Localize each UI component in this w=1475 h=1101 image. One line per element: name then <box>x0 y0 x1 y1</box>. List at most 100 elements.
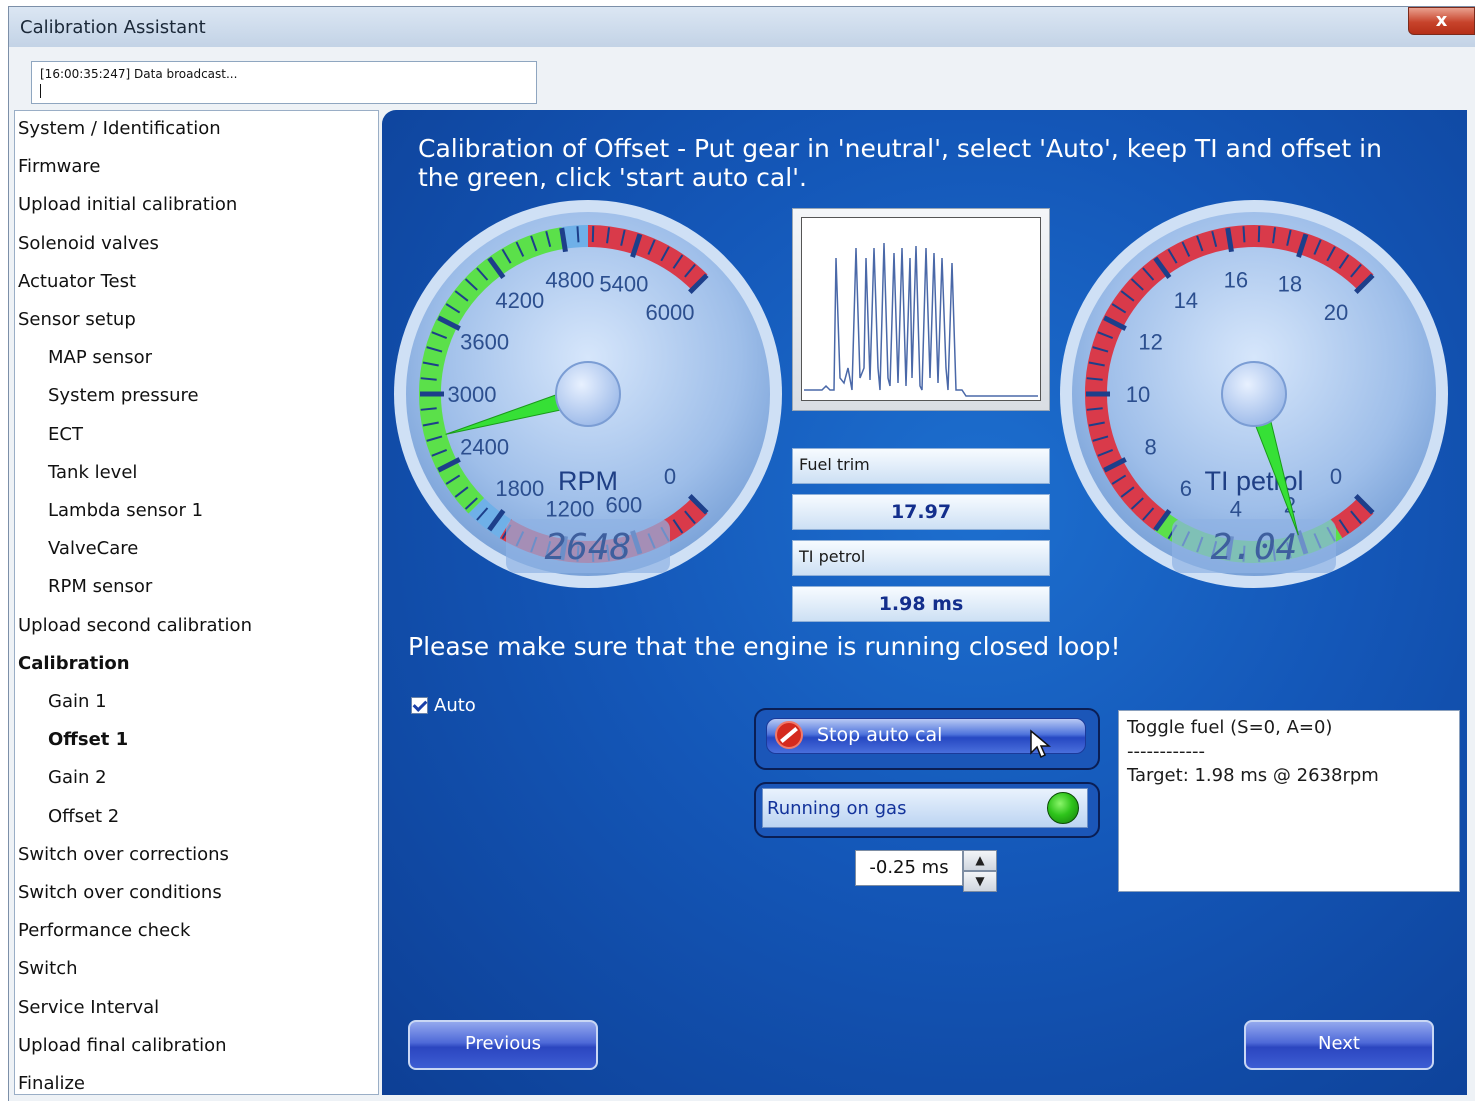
auto-checkbox[interactable]: Auto <box>411 695 476 716</box>
sidebar-item[interactable]: ECT <box>48 424 83 446</box>
gauge-tick <box>591 226 595 243</box>
gauge-digital-readout: 2.04 <box>1211 527 1298 568</box>
sidebar-item[interactable]: RPM sensor <box>48 576 152 598</box>
gauge-tick-label: 8 <box>1145 435 1157 460</box>
sidebar-item[interactable]: Firmware <box>18 156 101 178</box>
rpm-gauge: 06001200180024003000360042004800 54006000… <box>394 200 782 588</box>
gauge-tick-label: 16 <box>1224 267 1248 292</box>
gauge-tick-label: 1200 <box>545 497 594 522</box>
offset-spin-buttons: ▲ ▼ <box>963 850 997 894</box>
sidebar-item[interactable]: Sensor setup <box>18 309 136 331</box>
mouse-pointer-icon <box>1030 729 1051 759</box>
gauge-tick-label: 6000 <box>646 300 695 325</box>
ti-petrol-gauge: 02468101214161820TI petrol2.04 <box>1060 200 1448 588</box>
sidebar-item[interactable]: Finalize <box>18 1073 85 1094</box>
log-line: [16:00:35:247] Data broadcast... <box>40 67 238 81</box>
sidebar-item[interactable]: Actuator Test <box>18 271 136 293</box>
offset-spin-input[interactable]: -0.25 ms <box>855 850 963 886</box>
sidebar-item[interactable]: Gain 2 <box>48 767 107 789</box>
gauge-tick-label: 3000 <box>448 382 497 407</box>
sidebar-item[interactable]: System pressure <box>48 385 199 407</box>
stop-auto-cal-button[interactable]: Stop auto cal <box>766 718 1086 759</box>
status-line-separator: ------------ <box>1127 741 1205 762</box>
running-on-gas-indicator: Running on gas <box>762 788 1088 828</box>
gauge-digital-readout: 2648 <box>545 527 632 568</box>
gauge-unit-label: TI petrol <box>1204 466 1303 496</box>
sidebar-item[interactable]: Offset 1 <box>48 729 128 751</box>
gauge-tick-label: 600 <box>605 492 642 517</box>
sidebar-item[interactable]: Upload second calibration <box>18 615 252 637</box>
gauge-tick-label: 0 <box>664 464 676 489</box>
sidebar-item[interactable]: Switch over corrections <box>18 844 229 866</box>
gauge-tick-label: 2400 <box>460 435 509 460</box>
log-textbox[interactable]: [16:00:35:247] Data broadcast... <box>31 61 537 104</box>
stop-icon <box>775 721 803 749</box>
sidebar-item[interactable]: Offset 2 <box>48 806 119 828</box>
fuel-trim-label: Fuel trim <box>792 448 1050 484</box>
gauge-tick-label: 20 <box>1324 300 1348 325</box>
sidebar-item[interactable]: System / Identification <box>18 118 221 140</box>
window-title: Calibration Assistant <box>20 17 206 38</box>
gauge-zone-band <box>561 225 589 249</box>
fuel-trim-value: 17.97 <box>792 494 1050 530</box>
gauge-hub <box>1221 361 1287 427</box>
gauge-tick-label: 0 <box>1330 464 1342 489</box>
ti-petrol-value: 1.98 ms <box>792 586 1050 622</box>
sidebar-item[interactable]: Solenoid valves <box>18 233 159 255</box>
sidebar-item[interactable]: Tank level <box>48 462 137 484</box>
spin-up-button[interactable]: ▲ <box>963 850 997 871</box>
instruction-text: Calibration of Offset - Put gear in 'neu… <box>418 134 1382 192</box>
spin-down-button[interactable]: ▼ <box>963 871 997 892</box>
sidebar-item[interactable]: Lambda sensor 1 <box>48 500 203 522</box>
sidebar-item[interactable]: Upload initial calibration <box>18 194 237 216</box>
sidebar-item[interactable]: MAP sensor <box>48 347 152 369</box>
close-button[interactable]: x <box>1408 7 1475 35</box>
gauge-tick-label: 14 <box>1174 288 1198 313</box>
ti-petrol-label: TI petrol <box>792 540 1050 576</box>
sidebar-item[interactable]: Switch <box>18 958 78 980</box>
status-line-toggle: Toggle fuel (S=0, A=0) <box>1127 717 1333 738</box>
sidebar-step-list: System / Identification Firmware Upload in… <box>14 110 379 1095</box>
status-output-box: Toggle fuel (S=0, A=0) ------------ Targ… <box>1118 710 1460 892</box>
stop-auto-cal-label: Stop auto cal <box>817 724 943 746</box>
gauge-tick-label: 10 <box>1126 382 1150 407</box>
text-caret <box>40 84 41 98</box>
gauge-unit-label: RPM <box>558 466 618 496</box>
green-led-icon <box>1047 792 1079 824</box>
status-line-target: Target: 1.98 ms @ 2638rpm <box>1127 765 1379 786</box>
gauge-tick <box>1242 226 1246 243</box>
sidebar-item[interactable]: Switch over conditions <box>18 882 222 904</box>
gauge-tick-label: 4 <box>1230 497 1242 522</box>
gauge-tick <box>1257 226 1261 243</box>
gauge-tick-label: 18 <box>1278 272 1302 297</box>
gauge-tick-label: 12 <box>1138 329 1162 354</box>
close-icon: x <box>1435 10 1448 31</box>
gauge-tick-label: 6 <box>1180 476 1192 501</box>
gauge-tick-label: 5400 <box>599 272 648 297</box>
sidebar-item[interactable]: Upload final calibration <box>18 1035 227 1057</box>
gauge-tick-label: 1800 <box>495 476 544 501</box>
title-bar: Calibration Assistant x <box>9 7 1475 47</box>
sidebar-item[interactable]: ValveCare <box>48 538 138 560</box>
sidebar-item[interactable]: Calibration <box>18 653 130 675</box>
gas-status-frame: Running on gas <box>754 782 1100 838</box>
next-button[interactable]: Next <box>1244 1020 1434 1070</box>
auto-label: Auto <box>434 695 476 716</box>
signal-plot-area <box>801 217 1041 401</box>
checkbox-checked-icon[interactable] <box>411 697 428 714</box>
sidebar-item[interactable]: Gain 1 <box>48 691 107 713</box>
running-on-gas-label: Running on gas <box>767 798 907 819</box>
signal-graph <box>792 208 1050 411</box>
signal-trace <box>804 242 1038 397</box>
gauge-tick <box>576 226 580 243</box>
gauge-hub <box>555 361 621 427</box>
calibration-panel: Calibration of Offset - Put gear in 'neu… <box>382 110 1467 1095</box>
gauge-tick-label: 4200 <box>495 288 544 313</box>
sidebar-item[interactable]: Service Interval <box>18 997 159 1019</box>
sidebar-item[interactable]: Performance check <box>18 920 191 942</box>
previous-button[interactable]: Previous <box>408 1020 598 1070</box>
stop-button-frame: Stop auto cal <box>754 708 1100 770</box>
gauge-tick-label: 3600 <box>460 329 509 354</box>
gauge-tick-label: 4800 <box>545 267 594 292</box>
closed-loop-warning: Please make sure that the engine is runn… <box>408 632 1121 661</box>
